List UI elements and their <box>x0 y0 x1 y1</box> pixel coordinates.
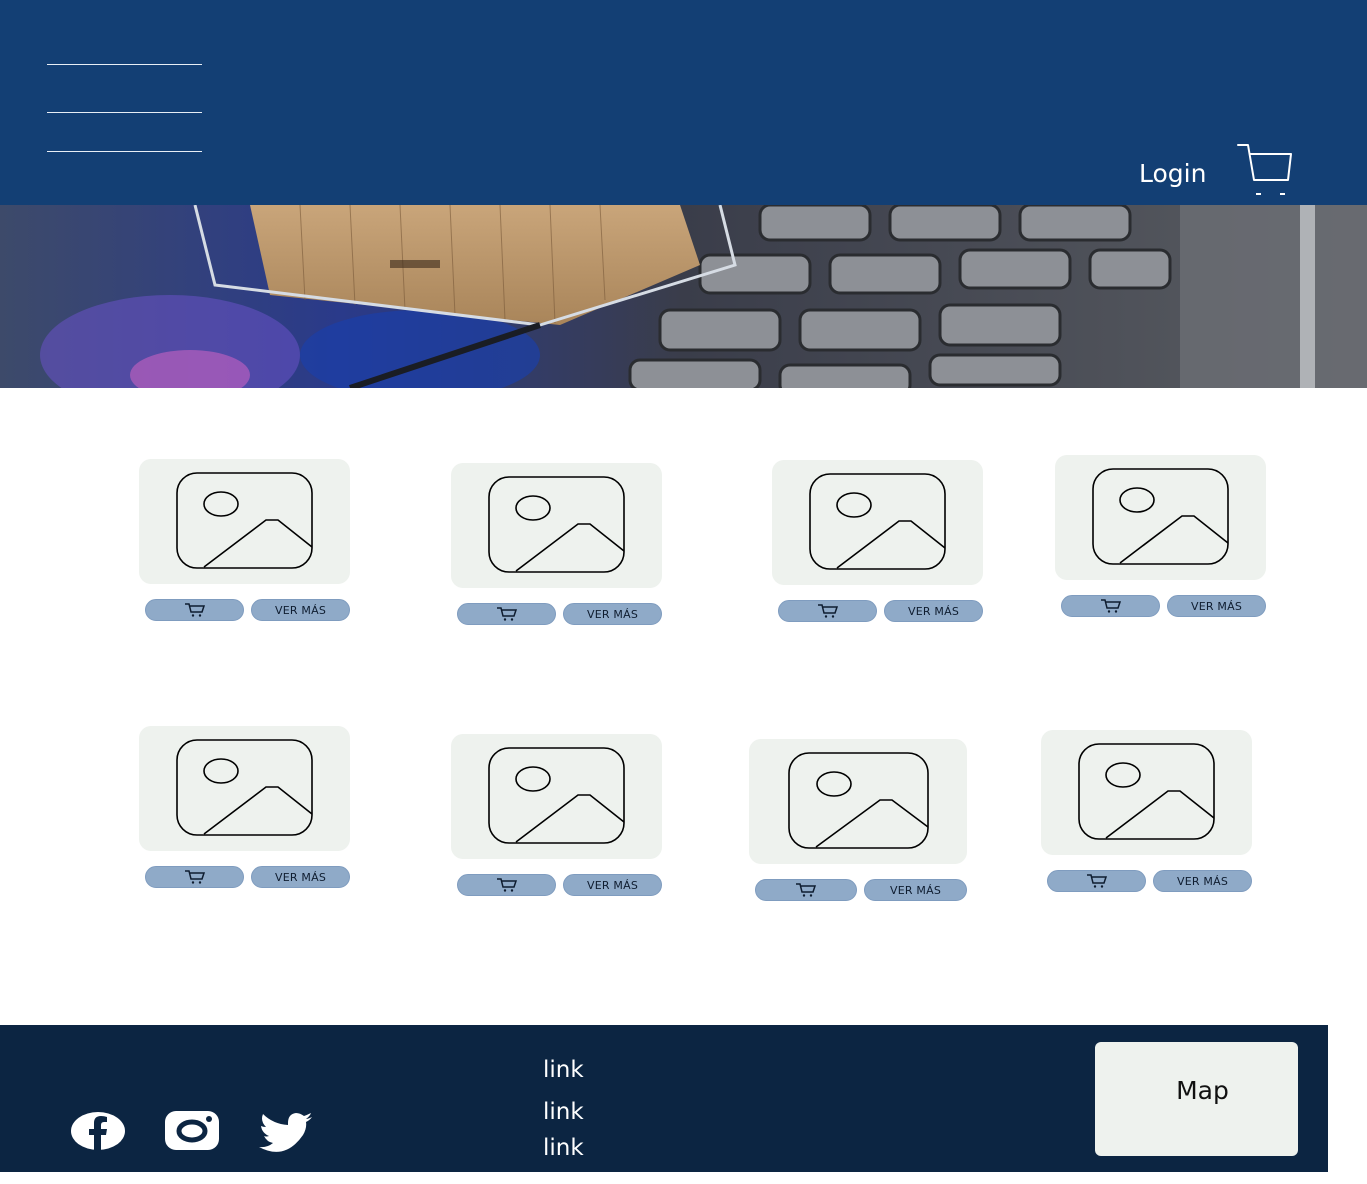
add-to-cart-button[interactable] <box>145 866 244 888</box>
image-placeholder-icon <box>176 739 313 836</box>
see-more-button[interactable]: VER MÁS <box>251 599 350 621</box>
product-card: VER MÁS <box>139 726 350 892</box>
login-link[interactable]: Login <box>1139 159 1206 188</box>
hero-banner <box>0 205 1367 388</box>
twitter-icon[interactable] <box>259 1113 313 1158</box>
cart-icon[interactable] <box>1236 140 1296 200</box>
see-more-button[interactable]: VER MÁS <box>1153 870 1252 892</box>
product-image-placeholder[interactable] <box>1041 730 1252 855</box>
add-to-cart-button[interactable] <box>457 603 556 625</box>
footer-link[interactable]: link <box>543 1057 584 1083</box>
see-more-button[interactable]: VER MÁS <box>1167 595 1266 617</box>
see-more-button[interactable]: VER MÁS <box>563 603 662 625</box>
product-image-placeholder[interactable] <box>451 734 662 859</box>
instagram-icon[interactable] <box>165 1111 219 1155</box>
image-placeholder-icon <box>488 747 625 844</box>
see-more-button[interactable]: VER MÁS <box>884 600 983 622</box>
add-to-cart-button[interactable] <box>145 599 244 621</box>
product-image-placeholder[interactable] <box>772 460 983 585</box>
image-placeholder-icon <box>809 473 946 570</box>
product-card: VER MÁS <box>451 734 662 900</box>
cart-icon <box>817 604 838 618</box>
hamburger-line-3[interactable] <box>47 151 202 152</box>
cart-icon <box>796 883 817 897</box>
product-card: VER MÁS <box>139 459 350 625</box>
image-placeholder-icon <box>1078 743 1215 840</box>
footer-link[interactable]: link <box>543 1099 584 1125</box>
add-to-cart-button[interactable] <box>778 600 877 622</box>
see-more-button[interactable]: VER MÁS <box>563 874 662 896</box>
product-card: VER MÁS <box>1055 455 1266 621</box>
cart-icon <box>1086 874 1107 888</box>
hamburger-line-1[interactable] <box>47 64 202 65</box>
add-to-cart-button[interactable] <box>457 874 556 896</box>
image-placeholder-icon <box>176 472 313 569</box>
see-more-button[interactable]: VER MÁS <box>251 866 350 888</box>
product-image-placeholder[interactable] <box>139 726 350 851</box>
image-placeholder-icon <box>788 752 929 849</box>
product-image-placeholder[interactable] <box>139 459 350 584</box>
cart-icon <box>496 878 517 892</box>
add-to-cart-button[interactable] <box>1061 595 1160 617</box>
add-to-cart-button[interactable] <box>1047 870 1146 892</box>
see-more-button[interactable]: VER MÁS <box>864 879 967 901</box>
cart-icon <box>496 607 517 621</box>
product-image-placeholder[interactable] <box>749 739 967 864</box>
footer-link[interactable]: link <box>543 1135 584 1161</box>
product-card: VER MÁS <box>772 460 983 626</box>
cart-icon <box>1100 599 1121 613</box>
product-card: VER MÁS <box>749 739 967 905</box>
map-label: Map <box>1176 1075 1229 1105</box>
product-image-placeholder[interactable] <box>1055 455 1266 580</box>
map-placeholder[interactable]: Map <box>1095 1042 1298 1156</box>
image-placeholder-icon <box>1092 468 1229 565</box>
hamburger-line-2[interactable] <box>47 112 202 113</box>
product-card: VER MÁS <box>451 463 662 629</box>
site-header: Login <box>0 0 1367 205</box>
image-placeholder-icon <box>488 476 625 573</box>
cart-icon <box>184 870 205 884</box>
product-image-placeholder[interactable] <box>451 463 662 588</box>
cart-icon <box>184 603 205 617</box>
add-to-cart-button[interactable] <box>755 879 857 901</box>
product-card: VER MÁS <box>1041 730 1252 896</box>
facebook-icon[interactable] <box>71 1111 125 1156</box>
